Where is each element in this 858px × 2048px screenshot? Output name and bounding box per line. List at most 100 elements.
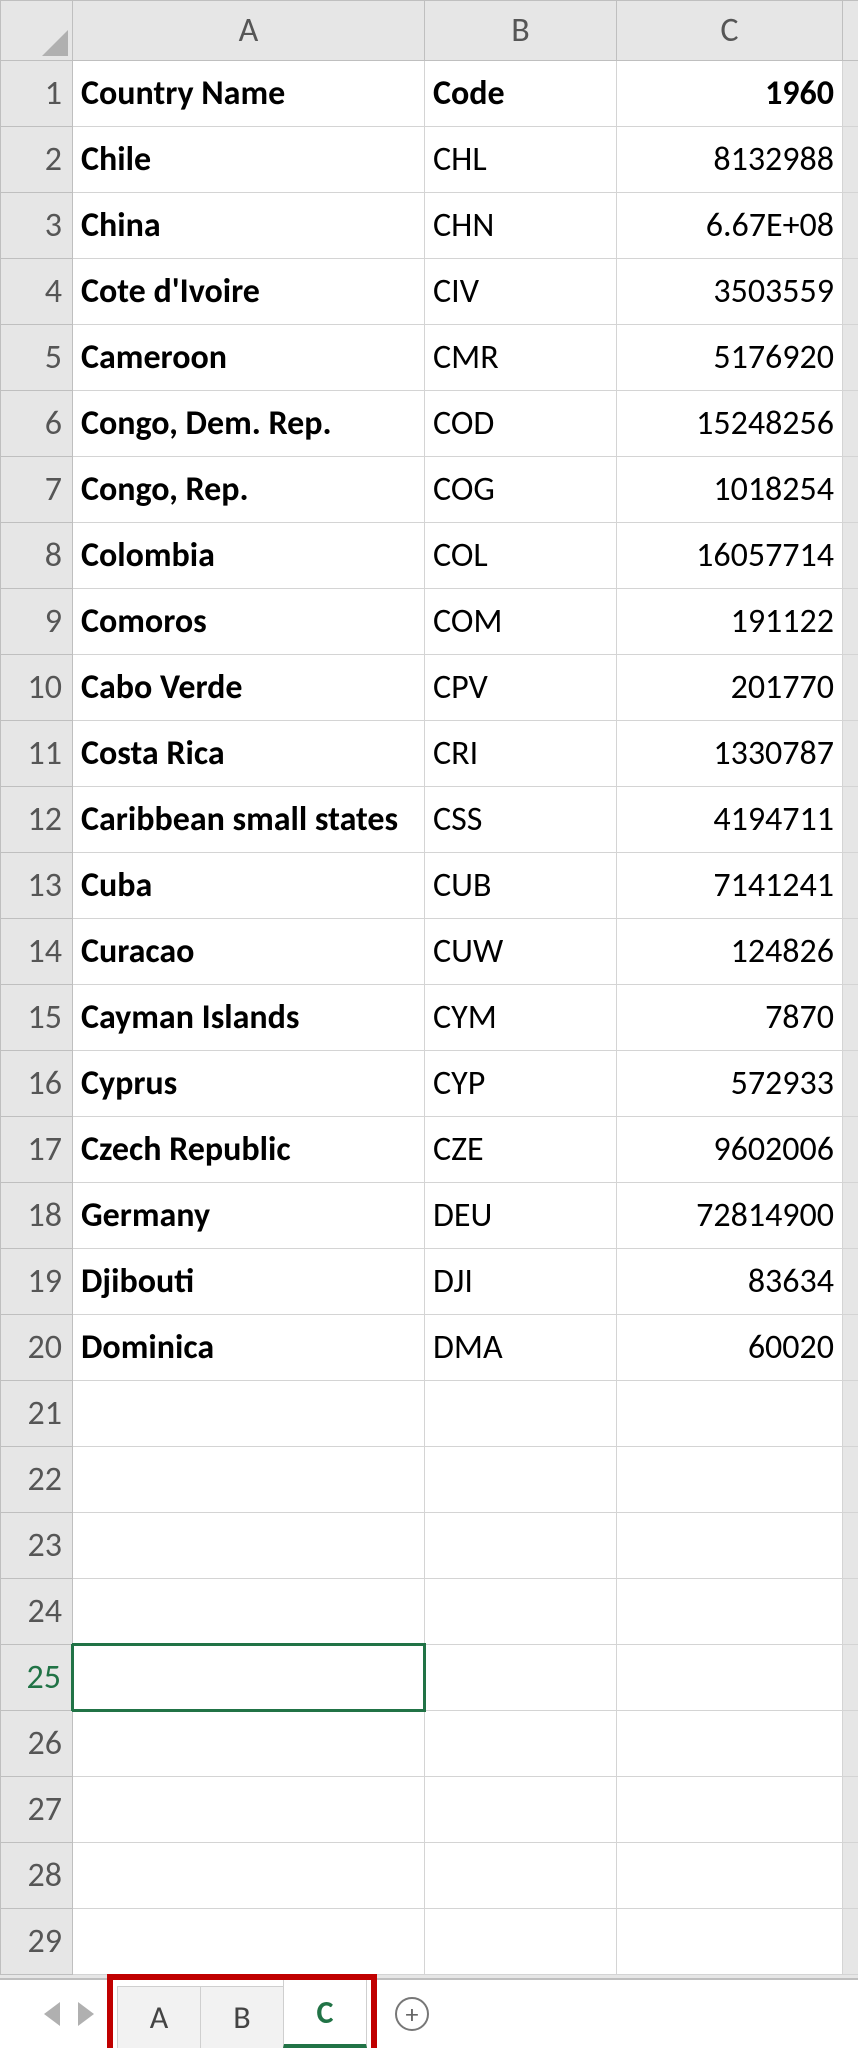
row-header[interactable]: 17 bbox=[1, 1117, 73, 1183]
cell-A2[interactable]: Chile bbox=[73, 127, 425, 193]
tab-scroll-left-icon[interactable] bbox=[44, 2002, 60, 2026]
cell-B15[interactable]: CYM bbox=[425, 985, 617, 1051]
cell-C19[interactable]: 83634 bbox=[617, 1249, 843, 1315]
cell-B3[interactable]: CHN bbox=[425, 193, 617, 259]
cell-A6[interactable]: Congo, Dem. Rep. bbox=[73, 391, 425, 457]
cell-C13[interactable]: 7141241 bbox=[617, 853, 843, 919]
cell-A27[interactable] bbox=[73, 1777, 425, 1843]
cell-B29[interactable] bbox=[425, 1909, 617, 1975]
cell-C6[interactable]: 15248256 bbox=[617, 391, 843, 457]
row-header[interactable]: 28 bbox=[1, 1843, 73, 1909]
cell-A10[interactable]: Cabo Verde bbox=[73, 655, 425, 721]
cell-C7[interactable]: 1018254 bbox=[617, 457, 843, 523]
cell-C20[interactable]: 60020 bbox=[617, 1315, 843, 1381]
cell-B24[interactable] bbox=[425, 1579, 617, 1645]
row-header[interactable]: 3 bbox=[1, 193, 73, 259]
column-header-B[interactable]: B bbox=[425, 1, 617, 61]
cell-A20[interactable]: Dominica bbox=[73, 1315, 425, 1381]
cell-B5[interactable]: CMR bbox=[425, 325, 617, 391]
sheet-tab-C[interactable]: C bbox=[283, 1980, 367, 2048]
cell-C15[interactable]: 7870 bbox=[617, 985, 843, 1051]
column-header-A[interactable]: A bbox=[73, 1, 425, 61]
cell-B20[interactable]: DMA bbox=[425, 1315, 617, 1381]
cell-A23[interactable] bbox=[73, 1513, 425, 1579]
cell-A1[interactable]: Country Name bbox=[73, 61, 425, 127]
cell-C26[interactable] bbox=[617, 1711, 843, 1777]
cell-B18[interactable]: DEU bbox=[425, 1183, 617, 1249]
cell-B12[interactable]: CSS bbox=[425, 787, 617, 853]
cell-C25[interactable] bbox=[617, 1645, 843, 1711]
row-header[interactable]: 9 bbox=[1, 589, 73, 655]
row-header[interactable]: 14 bbox=[1, 919, 73, 985]
cell-A28[interactable] bbox=[73, 1843, 425, 1909]
cell-C24[interactable] bbox=[617, 1579, 843, 1645]
cell-B2[interactable]: CHL bbox=[425, 127, 617, 193]
cell-A13[interactable]: Cuba bbox=[73, 853, 425, 919]
cell-C21[interactable] bbox=[617, 1381, 843, 1447]
row-header[interactable]: 25 bbox=[1, 1645, 73, 1711]
cell-C27[interactable] bbox=[617, 1777, 843, 1843]
cell-C11[interactable]: 1330787 bbox=[617, 721, 843, 787]
cell-C28[interactable] bbox=[617, 1843, 843, 1909]
cell-B21[interactable] bbox=[425, 1381, 617, 1447]
select-all-corner[interactable] bbox=[1, 1, 73, 61]
cell-B1[interactable]: Code bbox=[425, 61, 617, 127]
cell-A8[interactable]: Colombia bbox=[73, 523, 425, 589]
cell-A4[interactable]: Cote d'Ivoire bbox=[73, 259, 425, 325]
cell-C12[interactable]: 4194711 bbox=[617, 787, 843, 853]
row-header[interactable]: 7 bbox=[1, 457, 73, 523]
cell-A16[interactable]: Cyprus bbox=[73, 1051, 425, 1117]
cell-A3[interactable]: China bbox=[73, 193, 425, 259]
column-header-C[interactable]: C bbox=[617, 1, 843, 61]
cell-C5[interactable]: 5176920 bbox=[617, 325, 843, 391]
row-header[interactable]: 16 bbox=[1, 1051, 73, 1117]
cell-B25[interactable] bbox=[425, 1645, 617, 1711]
cell-C23[interactable] bbox=[617, 1513, 843, 1579]
cell-B16[interactable]: CYP bbox=[425, 1051, 617, 1117]
row-header[interactable]: 21 bbox=[1, 1381, 73, 1447]
cell-B8[interactable]: COL bbox=[425, 523, 617, 589]
row-header[interactable]: 5 bbox=[1, 325, 73, 391]
cell-B7[interactable]: COG bbox=[425, 457, 617, 523]
sheet-tab-B[interactable]: B bbox=[200, 1986, 284, 2048]
cell-B28[interactable] bbox=[425, 1843, 617, 1909]
row-header[interactable]: 23 bbox=[1, 1513, 73, 1579]
cell-A22[interactable] bbox=[73, 1447, 425, 1513]
cell-C17[interactable]: 9602006 bbox=[617, 1117, 843, 1183]
cell-A21[interactable] bbox=[73, 1381, 425, 1447]
add-sheet-button[interactable]: + bbox=[367, 1980, 457, 2048]
cell-C2[interactable]: 8132988 bbox=[617, 127, 843, 193]
cell-B9[interactable]: COM bbox=[425, 589, 617, 655]
tab-scroll-right-icon[interactable] bbox=[78, 2002, 94, 2026]
cell-C16[interactable]: 572933 bbox=[617, 1051, 843, 1117]
cell-A19[interactable]: Djibouti bbox=[73, 1249, 425, 1315]
cell-C9[interactable]: 191122 bbox=[617, 589, 843, 655]
cell-A26[interactable] bbox=[73, 1711, 425, 1777]
cell-B27[interactable] bbox=[425, 1777, 617, 1843]
cell-A5[interactable]: Cameroon bbox=[73, 325, 425, 391]
row-header[interactable]: 13 bbox=[1, 853, 73, 919]
cell-A29[interactable] bbox=[73, 1909, 425, 1975]
row-header[interactable]: 1 bbox=[1, 61, 73, 127]
cell-B4[interactable]: CIV bbox=[425, 259, 617, 325]
row-header[interactable]: 12 bbox=[1, 787, 73, 853]
cell-B13[interactable]: CUB bbox=[425, 853, 617, 919]
sheet-tab-A[interactable]: A bbox=[117, 1986, 201, 2048]
cell-A25[interactable] bbox=[73, 1645, 425, 1711]
cell-C29[interactable] bbox=[617, 1909, 843, 1975]
row-header[interactable]: 20 bbox=[1, 1315, 73, 1381]
cell-C8[interactable]: 16057714 bbox=[617, 523, 843, 589]
cell-B22[interactable] bbox=[425, 1447, 617, 1513]
cell-B19[interactable]: DJI bbox=[425, 1249, 617, 1315]
cell-C3[interactable]: 6.67E+08 bbox=[617, 193, 843, 259]
cell-A15[interactable]: Cayman Islands bbox=[73, 985, 425, 1051]
cell-C22[interactable] bbox=[617, 1447, 843, 1513]
cell-B14[interactable]: CUW bbox=[425, 919, 617, 985]
cell-C14[interactable]: 124826 bbox=[617, 919, 843, 985]
cell-C18[interactable]: 72814900 bbox=[617, 1183, 843, 1249]
cell-A14[interactable]: Curacao bbox=[73, 919, 425, 985]
row-header[interactable]: 15 bbox=[1, 985, 73, 1051]
row-header[interactable]: 11 bbox=[1, 721, 73, 787]
cell-B23[interactable] bbox=[425, 1513, 617, 1579]
cell-A18[interactable]: Germany bbox=[73, 1183, 425, 1249]
